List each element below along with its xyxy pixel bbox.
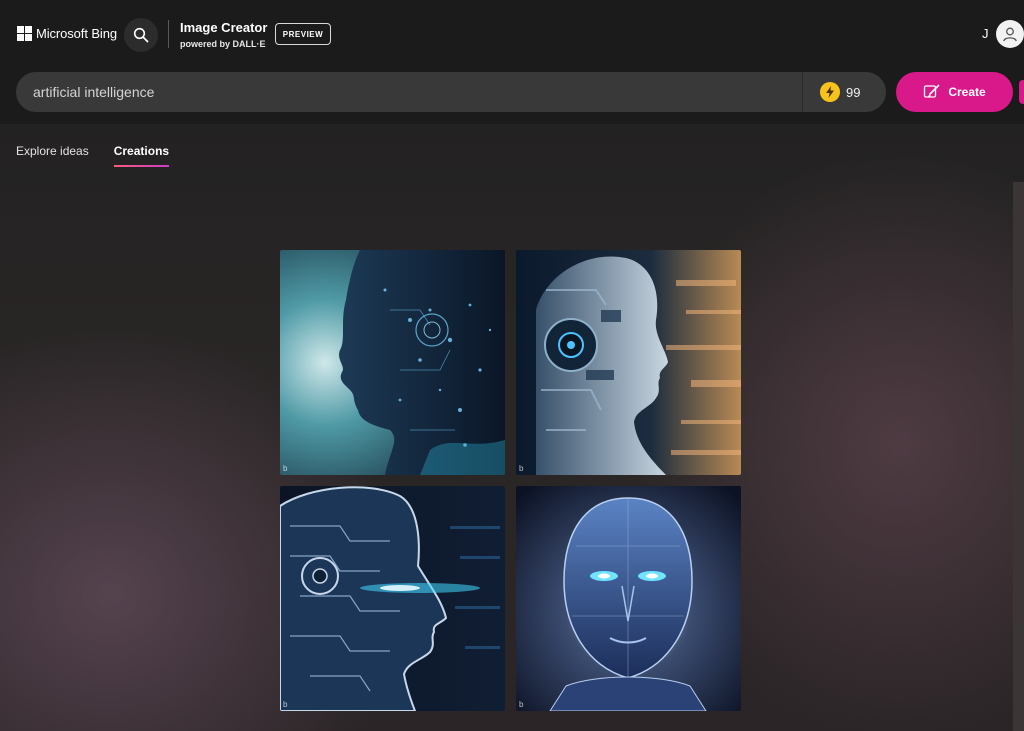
generated-image-4[interactable]: b	[516, 486, 741, 711]
tab-explore-ideas[interactable]: Explore ideas	[16, 144, 89, 164]
image-watermark: b	[519, 464, 524, 473]
microsoft-logo-icon	[17, 26, 32, 41]
main-content: Explore ideas Creations b b b b	[0, 124, 1024, 731]
lightning-icon	[820, 82, 840, 102]
product-subtitle: powered by DALL·E	[180, 39, 266, 49]
create-brush-icon	[924, 84, 940, 98]
preview-badge: PREVIEW	[275, 23, 331, 45]
top-header: Microsoft Bing Image Creator powered by …	[0, 0, 1024, 68]
search-icon	[133, 27, 149, 43]
user-avatar-button[interactable]	[996, 20, 1024, 48]
create-button[interactable]: Create	[896, 72, 1013, 112]
search-button[interactable]	[124, 18, 158, 52]
image-watermark: b	[283, 700, 288, 709]
user-avatar-icon	[1003, 27, 1017, 42]
generated-image-1[interactable]: b	[280, 250, 505, 475]
generated-image-3[interactable]: b	[280, 486, 505, 711]
product-title-block[interactable]: Image Creator powered by DALL·E	[180, 20, 267, 50]
generated-image-2[interactable]: b	[516, 250, 741, 475]
bing-home-link[interactable]: Microsoft Bing	[17, 26, 117, 41]
side-panel-edge	[1013, 182, 1024, 731]
creation-grid: b b b b	[280, 250, 741, 711]
prompt-box: 99	[16, 72, 886, 112]
image-watermark: b	[519, 700, 524, 709]
header-divider	[168, 20, 169, 48]
boost-divider	[802, 72, 803, 112]
prompt-input[interactable]	[33, 72, 793, 112]
tab-creations[interactable]: Creations	[113, 144, 170, 167]
content-tabs: Explore ideas Creations	[16, 144, 194, 167]
product-title: Image Creator	[180, 20, 268, 35]
prompt-row: 99 Create	[0, 68, 1024, 124]
create-label: Create	[948, 85, 986, 99]
offscreen-button-edge[interactable]	[1019, 80, 1024, 104]
brand-name: Microsoft Bing	[36, 26, 117, 41]
image-watermark: b	[283, 464, 288, 473]
boost-counter[interactable]: 99	[820, 82, 860, 102]
image-creator-app: Microsoft Bing Image Creator powered by …	[0, 0, 1024, 731]
boost-count: 99	[846, 84, 861, 100]
user-initial[interactable]: J	[982, 26, 989, 41]
